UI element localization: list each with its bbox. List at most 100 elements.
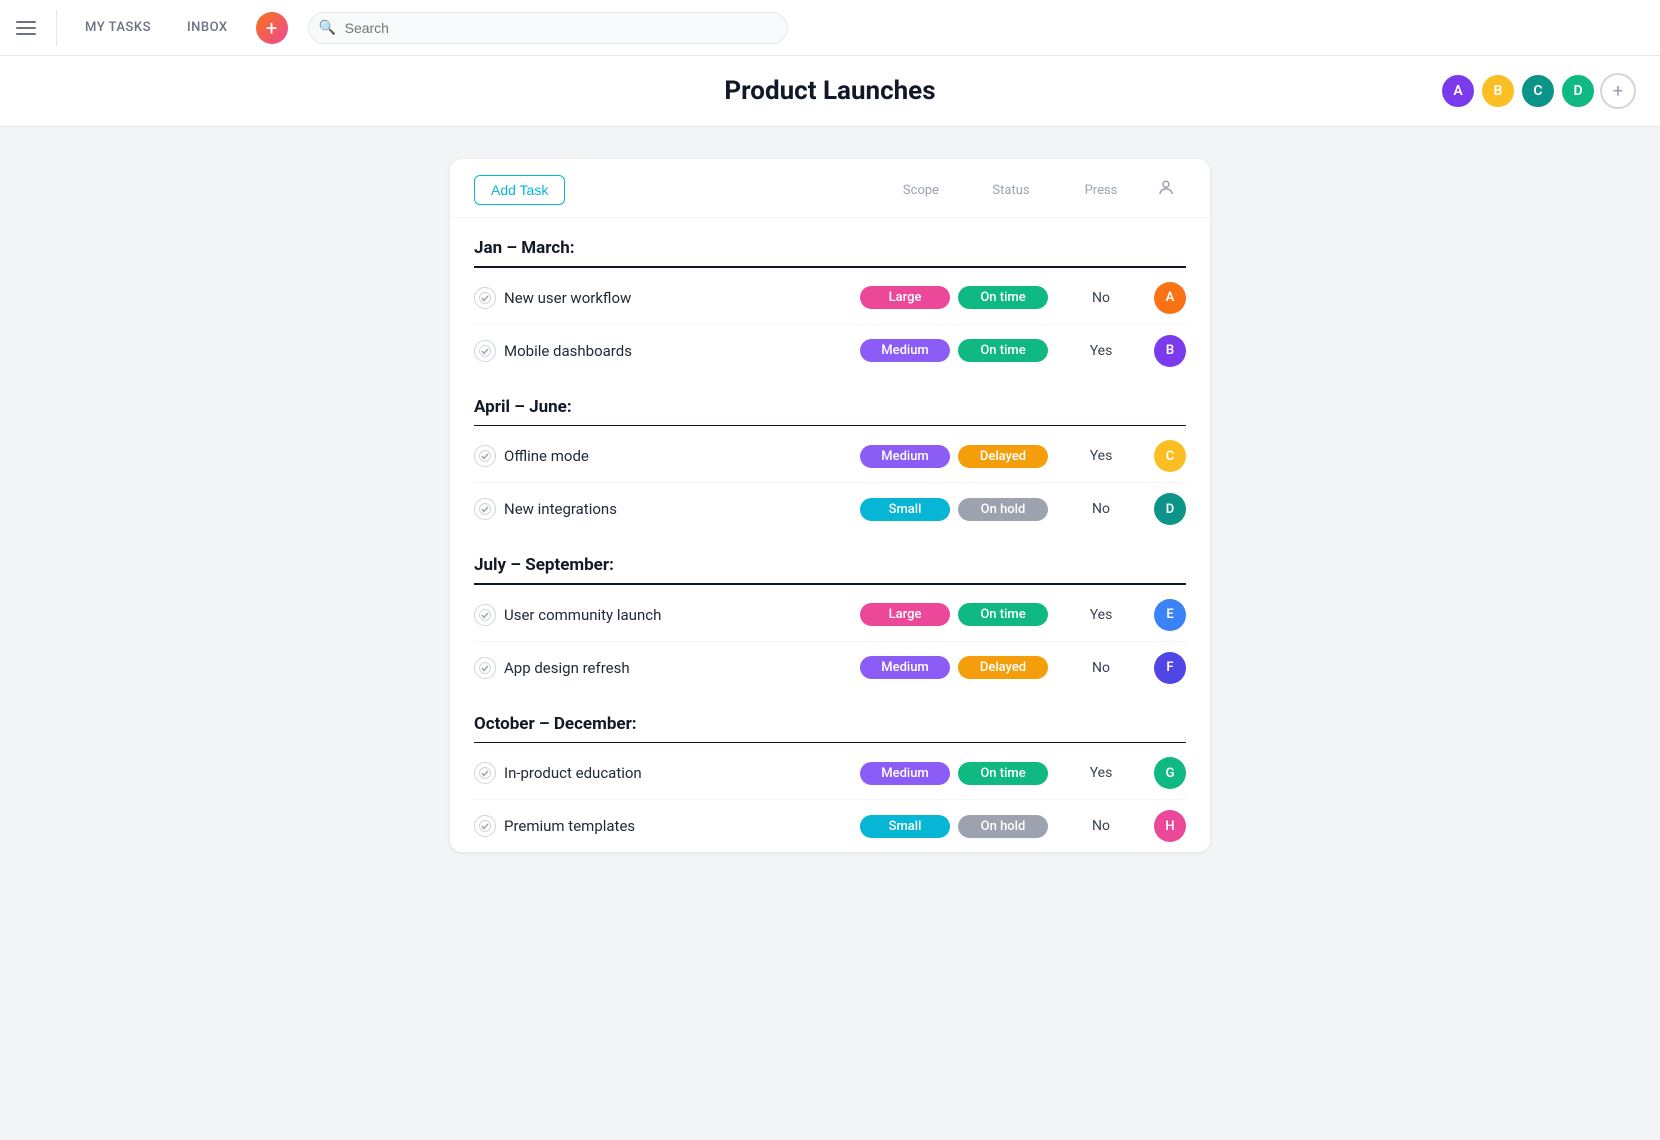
section-title-july-september: July – September:	[474, 555, 614, 575]
task-name: Premium templates	[504, 817, 852, 835]
avatar: G	[1154, 757, 1186, 789]
table-row: Offline mode Medium Delayed Yes C	[474, 430, 1186, 483]
main-content: Add Task Scope Status Press Jan – March:…	[0, 127, 1660, 884]
section-divider-july-september	[474, 583, 1186, 585]
press-value: Yes	[1056, 607, 1146, 623]
task-name: Offline mode	[504, 447, 852, 465]
status-badge: Delayed	[958, 656, 1048, 679]
press-column-header: Press	[1056, 183, 1146, 198]
task-checkbox[interactable]	[474, 498, 496, 520]
task-checkbox[interactable]	[474, 815, 496, 837]
avatar: C	[1154, 440, 1186, 472]
search-input[interactable]	[308, 12, 788, 44]
inbox-tab[interactable]: INBOX	[179, 16, 236, 39]
section-july-september: July – September: User community launch …	[450, 535, 1210, 694]
table-row: App design refresh Medium Delayed No F	[474, 642, 1186, 694]
status-badge: On hold	[958, 498, 1048, 521]
my-tasks-tab[interactable]: MY TASKS	[77, 16, 159, 39]
scope-badge: Large	[860, 603, 950, 626]
task-checkbox[interactable]	[474, 287, 496, 309]
plus-icon: +	[266, 18, 277, 38]
task-name: App design refresh	[504, 659, 852, 677]
avatar-2[interactable]: B	[1480, 73, 1516, 109]
search-container: 🔍	[308, 12, 788, 44]
section-title-october-december: October – December:	[474, 714, 637, 734]
section-header-october-december: October – December:	[474, 694, 1186, 742]
scope-badge: Medium	[860, 762, 950, 785]
task-name: New integrations	[504, 500, 852, 518]
scope-badge: Medium	[860, 339, 950, 362]
column-headers: Add Task Scope Status Press	[450, 159, 1210, 218]
scope-column-header: Scope	[876, 183, 966, 198]
section-header-april-june: April – June:	[474, 377, 1186, 425]
avatar-2-initials: B	[1494, 83, 1503, 99]
section-header-jan-march: Jan – March:	[474, 218, 1186, 266]
press-value: Yes	[1056, 448, 1146, 464]
task-checkbox[interactable]	[474, 340, 496, 362]
avatar-3-initials: C	[1533, 83, 1542, 99]
nav-divider	[56, 10, 57, 46]
add-task-button[interactable]: Add Task	[474, 175, 565, 205]
status-badge: On time	[958, 339, 1048, 362]
scope-badge: Medium	[860, 656, 950, 679]
section-divider-april-june	[474, 425, 1186, 427]
add-member-button[interactable]: +	[1600, 73, 1636, 109]
hamburger-menu[interactable]	[16, 21, 36, 35]
status-badge: On time	[958, 762, 1048, 785]
scope-badge: Small	[860, 498, 950, 521]
section-april-june: April – June: Offline mode Medium Delaye…	[450, 377, 1210, 536]
section-title-april-june: April – June:	[474, 397, 572, 417]
table-row: User community launch Large On time Yes …	[474, 589, 1186, 642]
press-value: No	[1056, 660, 1146, 676]
search-icon: 🔍	[319, 20, 336, 36]
task-name: User community launch	[504, 606, 852, 624]
task-name: New user workflow	[504, 289, 852, 307]
table-row: New integrations Small On hold No D	[474, 483, 1186, 535]
avatar: F	[1154, 652, 1186, 684]
task-checkbox[interactable]	[474, 657, 496, 679]
task-checkbox[interactable]	[474, 762, 496, 784]
press-value: No	[1056, 290, 1146, 306]
table-row: Mobile dashboards Medium On time Yes B	[474, 325, 1186, 377]
avatar: B	[1154, 335, 1186, 367]
avatar-4[interactable]: D	[1560, 73, 1596, 109]
table-row: New user workflow Large On time No A	[474, 272, 1186, 325]
add-button[interactable]: +	[256, 12, 288, 44]
status-badge: On time	[958, 286, 1048, 309]
section-jan-march: Jan – March: New user workflow Large On …	[450, 218, 1210, 377]
press-value: Yes	[1056, 343, 1146, 359]
table-row: Premium templates Small On hold No H	[474, 800, 1186, 852]
page-header: Product Launches A B C D +	[0, 56, 1660, 127]
section-divider-october-december	[474, 742, 1186, 744]
header-avatars: A B C D +	[1440, 73, 1636, 109]
status-badge: Delayed	[958, 445, 1048, 468]
scope-badge: Medium	[860, 445, 950, 468]
status-badge: On time	[958, 603, 1048, 626]
press-value: Yes	[1056, 765, 1146, 781]
person-column-header	[1146, 179, 1186, 201]
top-navigation: MY TASKS INBOX + 🔍	[0, 0, 1660, 56]
task-name: Mobile dashboards	[504, 342, 852, 360]
status-column-header: Status	[966, 183, 1056, 198]
task-checkbox[interactable]	[474, 604, 496, 626]
section-divider-jan-march	[474, 266, 1186, 268]
scope-badge: Large	[860, 286, 950, 309]
sections-container: Jan – March: New user workflow Large On …	[450, 218, 1210, 852]
section-title-jan-march: Jan – March:	[474, 238, 575, 258]
avatar-1-initials: A	[1453, 83, 1462, 99]
avatar-3[interactable]: C	[1520, 73, 1556, 109]
table-row: In-product education Medium On time Yes …	[474, 747, 1186, 800]
task-checkbox[interactable]	[474, 445, 496, 467]
page-title: Product Launches	[724, 76, 935, 106]
task-name: In-product education	[504, 764, 852, 782]
press-value: No	[1056, 501, 1146, 517]
section-header-july-september: July – September:	[474, 535, 1186, 583]
avatar-1[interactable]: A	[1440, 73, 1476, 109]
section-october-december: October – December: In-product education…	[450, 694, 1210, 853]
avatar: D	[1154, 493, 1186, 525]
avatar: H	[1154, 810, 1186, 842]
press-value: No	[1056, 818, 1146, 834]
avatar: A	[1154, 282, 1186, 314]
avatar-4-initials: D	[1573, 83, 1582, 99]
status-badge: On hold	[958, 815, 1048, 838]
